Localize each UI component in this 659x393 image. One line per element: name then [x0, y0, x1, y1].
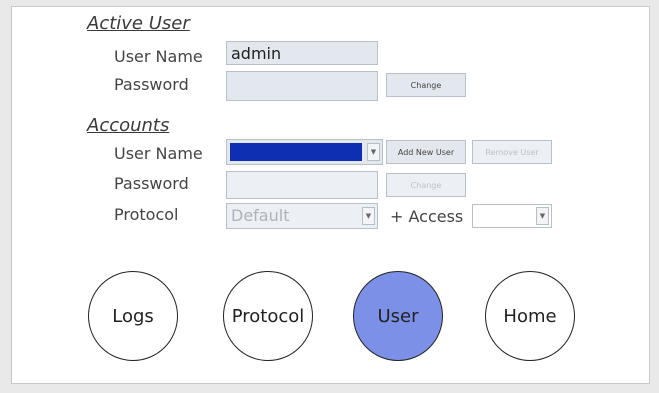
- protocol-select[interactable]: Default ▼: [226, 203, 378, 229]
- active-username-label: User Name: [114, 47, 203, 66]
- chevron-down-icon[interactable]: ▼: [362, 207, 375, 225]
- protocol-label: Protocol: [114, 205, 179, 224]
- chevron-down-icon[interactable]: ▼: [367, 143, 380, 161]
- protocol-value: Default: [231, 206, 290, 225]
- remove-user-button[interactable]: Remove User: [472, 140, 552, 164]
- accounts-password-field[interactable]: [226, 171, 378, 199]
- change-password-button[interactable]: Change: [386, 73, 466, 97]
- add-new-user-button[interactable]: Add New User: [386, 140, 466, 164]
- selected-user-highlight: [230, 143, 362, 161]
- screen: Active User User Name admin Password Cha…: [11, 6, 650, 384]
- nav-home-button[interactable]: Home: [485, 271, 575, 361]
- accounts-password-label: Password: [114, 174, 189, 193]
- accounts-change-button[interactable]: Change: [386, 173, 466, 197]
- active-password-field[interactable]: [226, 71, 378, 101]
- accounts-title: Accounts: [87, 115, 170, 136]
- nav-user-button[interactable]: User: [353, 271, 443, 361]
- chevron-down-icon[interactable]: ▼: [536, 207, 549, 225]
- accounts-username-label: User Name: [114, 144, 203, 163]
- access-label: + Access: [390, 207, 464, 226]
- active-username-field[interactable]: admin: [226, 41, 378, 65]
- active-user-title: Active User: [87, 13, 190, 34]
- access-select[interactable]: ▼: [472, 204, 552, 228]
- nav-protocol-button[interactable]: Protocol: [223, 271, 313, 361]
- nav-logs-button[interactable]: Logs: [88, 271, 178, 361]
- active-password-label: Password: [114, 75, 189, 94]
- user-select[interactable]: ▼: [226, 139, 383, 165]
